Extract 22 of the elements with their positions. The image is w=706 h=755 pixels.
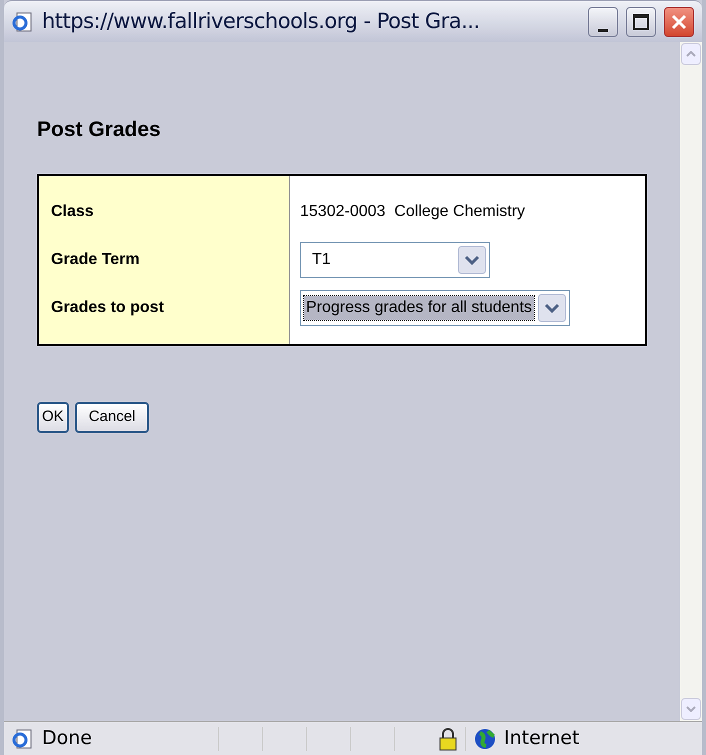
- minimize-button[interactable]: [588, 6, 618, 36]
- field-label: Grade Term: [51, 250, 141, 270]
- chevron-down-icon: [458, 246, 486, 274]
- field-label: Class: [51, 202, 95, 222]
- field-label: Grades to post: [51, 298, 165, 318]
- close-button[interactable]: [664, 6, 694, 36]
- lock-icon: [438, 726, 458, 750]
- field-value: 15302-0003 College Chemistry: [300, 202, 526, 222]
- page-heading: Post Grades: [37, 117, 162, 143]
- cancel-button[interactable]: Cancel: [74, 402, 150, 432]
- ok-button[interactable]: OK: [37, 402, 69, 432]
- window-title: https://www.fallriverschools.org - Post Gra...: [42, 8, 481, 35]
- dropdown[interactable]: T1: [300, 242, 490, 278]
- maximize-button[interactable]: [626, 6, 656, 36]
- globe-icon: [474, 728, 496, 750]
- page-icon: [12, 10, 34, 32]
- status-text: Done: [42, 726, 93, 752]
- zone-text: Internet: [504, 726, 580, 752]
- chevron-down-icon: [538, 294, 566, 322]
- dropdown[interactable]: Progress grades for all students: [300, 290, 570, 326]
- page-icon: [12, 728, 34, 750]
- close-icon: [670, 12, 688, 30]
